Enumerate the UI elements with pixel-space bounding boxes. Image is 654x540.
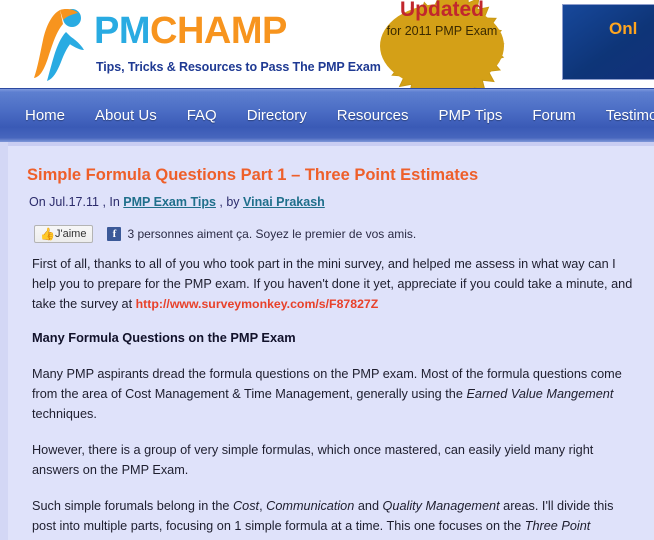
logo-text-champ: CHAMP	[150, 10, 287, 52]
paragraph-2-part2: techniques.	[32, 407, 97, 421]
post-byline: On Jul.17.11 , In PMP Exam Tips , by Vin…	[29, 195, 325, 209]
nav-item-resources[interactable]: Resources	[322, 89, 424, 142]
nav-item-forum[interactable]: Forum	[517, 89, 590, 142]
site-tagline: Tips, Tricks & Resources to Pass The PMP…	[96, 60, 381, 74]
page-gutter-left	[0, 88, 8, 540]
facebook-like-label: J'aime	[55, 228, 87, 240]
updated-badge: Updated for 2011 PMP Exam	[352, 0, 532, 88]
page-title: Simple Formula Questions Part 1 – Three …	[27, 166, 479, 184]
post-author-link[interactable]: Vinai Prakash	[243, 195, 325, 209]
logo-wordmark: PMCHAMP	[94, 11, 287, 51]
paragraph-2-italic-evm: Earned Value Mangement	[466, 387, 614, 401]
post-date: Jul.17.11	[49, 195, 99, 209]
nav-item-faq[interactable]: FAQ	[172, 89, 232, 142]
nav-item-directory[interactable]: Directory	[232, 89, 322, 142]
logo-text-pm: PM	[94, 10, 151, 52]
badge-line1: Updated	[400, 0, 484, 21]
main-navigation: Home About Us FAQ Directory Resources PM…	[0, 88, 654, 142]
paragraph-4-italic-cost: Cost	[233, 499, 260, 513]
paragraph-3: However, there is a group of very simple…	[32, 443, 594, 477]
paragraph-4-italic-quality-management: Quality Management	[382, 499, 500, 513]
running-person-logo-icon	[30, 4, 92, 82]
promo-banner[interactable]: Onl	[562, 4, 654, 80]
byline-sep-2: , by	[215, 195, 244, 209]
byline-sep-1: , In	[98, 195, 124, 209]
byline-prefix: On	[29, 195, 50, 209]
survey-link[interactable]: http://www.surveymonkey.com/s/F87827Z	[136, 297, 379, 311]
page-root: PMCHAMP Tips, Tricks & Resources to Pass…	[0, 0, 654, 540]
paragraph-4-part1: Such simple forumals belong in the	[32, 499, 233, 513]
post-body: First of all, thanks to all of you who t…	[32, 254, 640, 540]
post-category-link[interactable]: PMP Exam Tips	[123, 195, 216, 209]
thumbs-up-icon: 👍	[40, 227, 55, 241]
paragraph-4: Such simple forumals belong in the Cost,…	[32, 496, 640, 540]
paragraph-4-italic-communication: Communication	[266, 499, 355, 513]
nav-item-home[interactable]: Home	[10, 89, 80, 142]
badge-line2: for 2011 PMP Exam	[386, 24, 498, 38]
nav-item-testimonials[interactable]: Testimonials	[591, 89, 654, 142]
paragraph-1: First of all, thanks to all of you who t…	[32, 254, 640, 314]
section-heading-formula-questions: Many Formula Questions on the PMP Exam	[32, 330, 296, 345]
paragraph-2: Many PMP aspirants dread the formula que…	[32, 364, 640, 424]
facebook-like-count-text: 3 personnes aiment ça. Soyez le premier …	[127, 227, 417, 241]
site-header: PMCHAMP Tips, Tricks & Resources to Pass…	[0, 0, 654, 88]
facebook-like-bar: 👍 J'aime f 3 personnes aiment ça. Soyez …	[34, 222, 416, 246]
content-area: Simple Formula Questions Part 1 – Three …	[8, 146, 654, 540]
facebook-logo-icon: f	[107, 227, 122, 241]
site-logo[interactable]: PMCHAMP Tips, Tricks & Resources to Pass…	[22, 2, 381, 86]
facebook-like-button[interactable]: 👍 J'aime	[34, 225, 94, 243]
paragraph-4-part3: and	[354, 499, 383, 513]
promo-banner-text: Onl	[609, 19, 638, 38]
nav-item-about-us[interactable]: About Us	[80, 89, 172, 142]
nav-items-container: Home About Us FAQ Directory Resources PM…	[10, 89, 654, 142]
nav-item-pmp-tips[interactable]: PMP Tips	[423, 89, 517, 142]
